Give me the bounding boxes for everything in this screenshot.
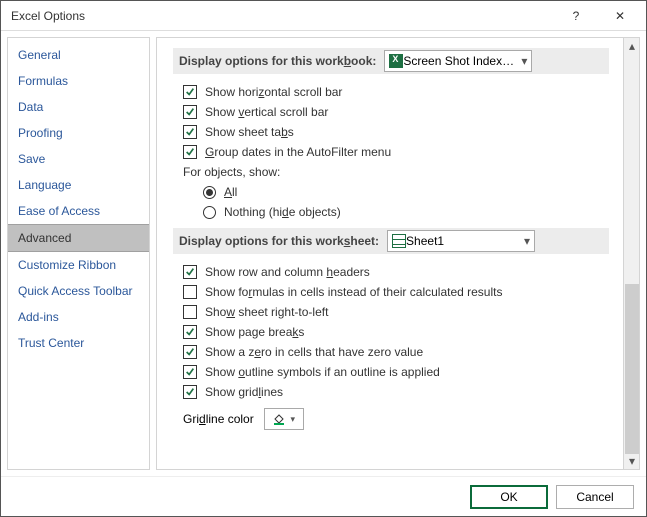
- window-title: Excel Options: [11, 9, 554, 23]
- radio-icon: [203, 206, 216, 219]
- checkbox-icon: [183, 305, 197, 319]
- option-vertical-scroll[interactable]: Show vertical scroll bar: [173, 102, 609, 122]
- workbook-combo-value: Screen Shot Index.x…: [403, 54, 517, 68]
- help-button[interactable]: ?: [554, 2, 598, 30]
- option-outline-symbols[interactable]: Show outline symbols if an outline is ap…: [173, 362, 609, 382]
- option-gridline-color: Gridline color ▾: [173, 402, 609, 434]
- checkbox-icon: [183, 125, 197, 139]
- worksheet-combo[interactable]: Sheet1 ▾: [387, 230, 535, 252]
- sidebar-item-advanced[interactable]: Advanced: [8, 224, 149, 252]
- sidebar-item-ease-of-access[interactable]: Ease of Access: [8, 198, 149, 224]
- sidebar-item-trust-center[interactable]: Trust Center: [8, 330, 149, 356]
- sidebar-item-language[interactable]: Language: [8, 172, 149, 198]
- section-header-workbook-label: Display options for this workbook:: [179, 54, 376, 68]
- excel-sheet-icon: [392, 234, 406, 248]
- scroll-thumb[interactable]: [625, 284, 639, 454]
- radio-all[interactable]: All: [173, 182, 609, 202]
- scroll-up-icon[interactable]: ▴: [624, 38, 640, 54]
- footer: OK Cancel: [1, 476, 646, 516]
- close-button[interactable]: ✕: [598, 2, 642, 30]
- vertical-scrollbar[interactable]: ▴ ▾: [623, 38, 639, 469]
- section-header-worksheet: Display options for this worksheet: Shee…: [173, 228, 609, 254]
- sidebar-item-customize-ribbon[interactable]: Customize Ribbon: [8, 252, 149, 278]
- section-header-worksheet-label: Display options for this worksheet:: [179, 234, 379, 248]
- option-horizontal-scroll[interactable]: Show horizontal scroll bar: [173, 82, 609, 102]
- sidebar-item-save[interactable]: Save: [8, 146, 149, 172]
- sidebar: General Formulas Data Proofing Save Lang…: [7, 37, 150, 470]
- checkbox-icon: [183, 385, 197, 399]
- chevron-down-icon: ▾: [290, 414, 295, 425]
- workbook-combo[interactable]: Screen Shot Index.x… ▾: [384, 50, 532, 72]
- sidebar-item-quick-access-toolbar[interactable]: Quick Access Toolbar: [8, 278, 149, 304]
- gridline-color-picker[interactable]: ▾: [264, 408, 304, 430]
- sidebar-item-general[interactable]: General: [8, 42, 149, 68]
- scroll-down-icon[interactable]: ▾: [624, 453, 640, 469]
- sidebar-item-add-ins[interactable]: Add-ins: [8, 304, 149, 330]
- option-group-dates[interactable]: Group dates in the AutoFilter menu: [173, 142, 609, 162]
- option-zero-values[interactable]: Show a zero in cells that have zero valu…: [173, 342, 609, 362]
- titlebar: Excel Options ? ✕: [1, 1, 646, 31]
- checkbox-icon: [183, 85, 197, 99]
- sidebar-item-formulas[interactable]: Formulas: [8, 68, 149, 94]
- excel-workbook-icon: [389, 54, 403, 68]
- option-sheet-tabs[interactable]: Show sheet tabs: [173, 122, 609, 142]
- chevron-down-icon: ▾: [520, 234, 530, 248]
- sidebar-item-proofing[interactable]: Proofing: [8, 120, 149, 146]
- radio-nothing[interactable]: Nothing (hide objects): [173, 202, 609, 222]
- radio-icon: [203, 186, 216, 199]
- option-row-col-headers[interactable]: Show row and column headers: [173, 262, 609, 282]
- content-wrap: Display options for this workbook: Scree…: [156, 37, 640, 470]
- worksheet-combo-value: Sheet1: [406, 234, 520, 248]
- option-show-formulas[interactable]: Show formulas in cells instead of their …: [173, 282, 609, 302]
- checkbox-icon: [183, 265, 197, 279]
- ok-button[interactable]: OK: [470, 485, 548, 509]
- dialog-body: General Formulas Data Proofing Save Lang…: [1, 31, 646, 476]
- sidebar-item-data[interactable]: Data: [8, 94, 149, 120]
- checkbox-icon: [183, 365, 197, 379]
- content: Display options for this workbook: Scree…: [157, 38, 623, 469]
- section-header-workbook: Display options for this workbook: Scree…: [173, 48, 609, 74]
- checkbox-icon: [183, 285, 197, 299]
- option-page-breaks[interactable]: Show page breaks: [173, 322, 609, 342]
- checkbox-icon: [183, 345, 197, 359]
- chevron-down-icon: ▾: [517, 54, 527, 68]
- for-objects-label: For objects, show:: [173, 162, 609, 182]
- gridline-color-label: Gridline color: [183, 412, 254, 426]
- option-rtl[interactable]: Show sheet right-to-left: [173, 302, 609, 322]
- cancel-button[interactable]: Cancel: [556, 485, 634, 509]
- checkbox-icon: [183, 105, 197, 119]
- option-gridlines[interactable]: Show gridlines: [173, 382, 609, 402]
- paint-bucket-icon: [272, 413, 286, 425]
- checkbox-icon: [183, 145, 197, 159]
- checkbox-icon: [183, 325, 197, 339]
